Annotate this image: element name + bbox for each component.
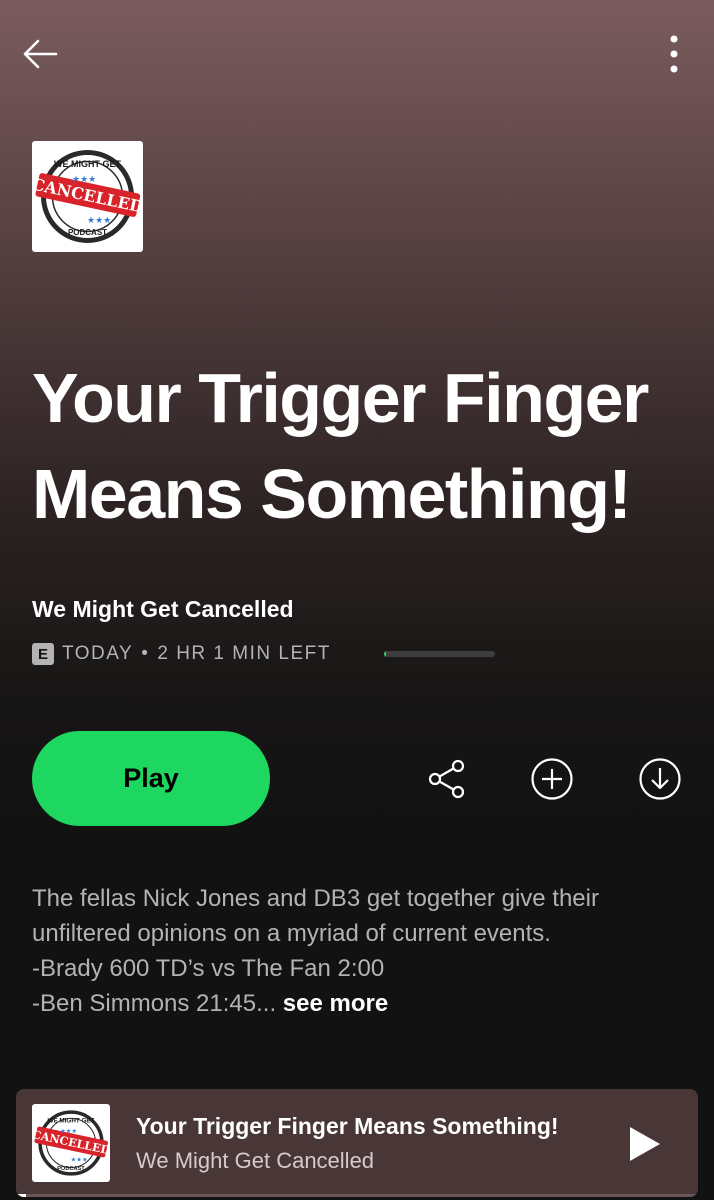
mini-player-title: Your Trigger Finger Means Something! xyxy=(136,1113,559,1139)
svg-text:WE MIGHT GET: WE MIGHT GET xyxy=(48,1117,95,1124)
description-summary: The fellas Nick Jones and DB3 get togeth… xyxy=(32,885,599,947)
download-circle-icon xyxy=(639,758,681,800)
arrow-left-icon xyxy=(23,39,58,69)
mini-player-play-button[interactable] xyxy=(620,1119,670,1169)
meta-separator: • xyxy=(141,643,150,664)
mini-player-cover-art: WE MIGHT GET CANCELLED ★★★ ★★★ PODCAST xyxy=(32,1104,110,1182)
more-options-button[interactable] xyxy=(650,30,698,78)
release-date: TODAY xyxy=(62,643,134,664)
episode-meta: E TODAY • 2 HR 1 MIN LEFT xyxy=(32,643,331,665)
episode-description: The fellas Nick Jones and DB3 get togeth… xyxy=(32,881,672,1021)
see-more-link[interactable]: see more xyxy=(283,990,388,1017)
mini-player-progress-fill xyxy=(16,1194,27,1197)
play-icon xyxy=(630,1127,660,1161)
svg-text:WE MIGHT GET: WE MIGHT GET xyxy=(54,159,121,169)
download-button[interactable] xyxy=(636,755,684,803)
mini-player[interactable]: WE MIGHT GET CANCELLED ★★★ ★★★ PODCAST Y… xyxy=(16,1089,698,1197)
share-icon xyxy=(428,759,465,799)
svg-text:★★★: ★★★ xyxy=(72,174,96,184)
add-circle-icon xyxy=(531,758,573,800)
description-timestamp-1: -Brady 600 TD’s vs The Fan 2:00 xyxy=(32,955,385,982)
play-button[interactable]: Play xyxy=(32,731,270,826)
mini-player-progress-bar xyxy=(16,1194,698,1197)
description-timestamp-2-text: -Ben Simmons 21:45... xyxy=(32,990,277,1017)
svg-text:★★★: ★★★ xyxy=(60,1128,77,1135)
svg-text:PODCAST: PODCAST xyxy=(57,1166,85,1172)
description-timestamp-2: -Ben Simmons 21:45... see more xyxy=(32,986,672,1021)
back-button[interactable] xyxy=(18,32,62,76)
episode-title: Your Trigger Finger Means Something! xyxy=(32,359,649,533)
svg-text:PODCAST: PODCAST xyxy=(68,228,107,237)
podcast-logo: WE MIGHT GET CANCELLED ★★★ ★★★ PODCAST xyxy=(32,150,143,243)
svg-text:★★★: ★★★ xyxy=(71,1157,88,1164)
podcast-logo: WE MIGHT GET CANCELLED ★★★ ★★★ PODCAST xyxy=(32,1110,110,1176)
add-to-library-button[interactable] xyxy=(528,755,576,803)
podcast-cover-art: WE MIGHT GET CANCELLED ★★★ ★★★ PODCAST xyxy=(32,141,143,252)
mini-player-show: We Might Get Cancelled xyxy=(136,1148,375,1173)
episode-progress-fill xyxy=(384,651,387,657)
share-button[interactable] xyxy=(423,755,471,803)
show-name-link[interactable]: We Might Get Cancelled xyxy=(32,596,294,623)
explicit-badge: E xyxy=(32,643,54,665)
more-vertical-icon xyxy=(670,35,678,73)
episode-progress-bar xyxy=(384,651,495,657)
time-left: 2 HR 1 MIN LEFT xyxy=(157,643,331,664)
svg-text:★★★: ★★★ xyxy=(87,215,111,225)
